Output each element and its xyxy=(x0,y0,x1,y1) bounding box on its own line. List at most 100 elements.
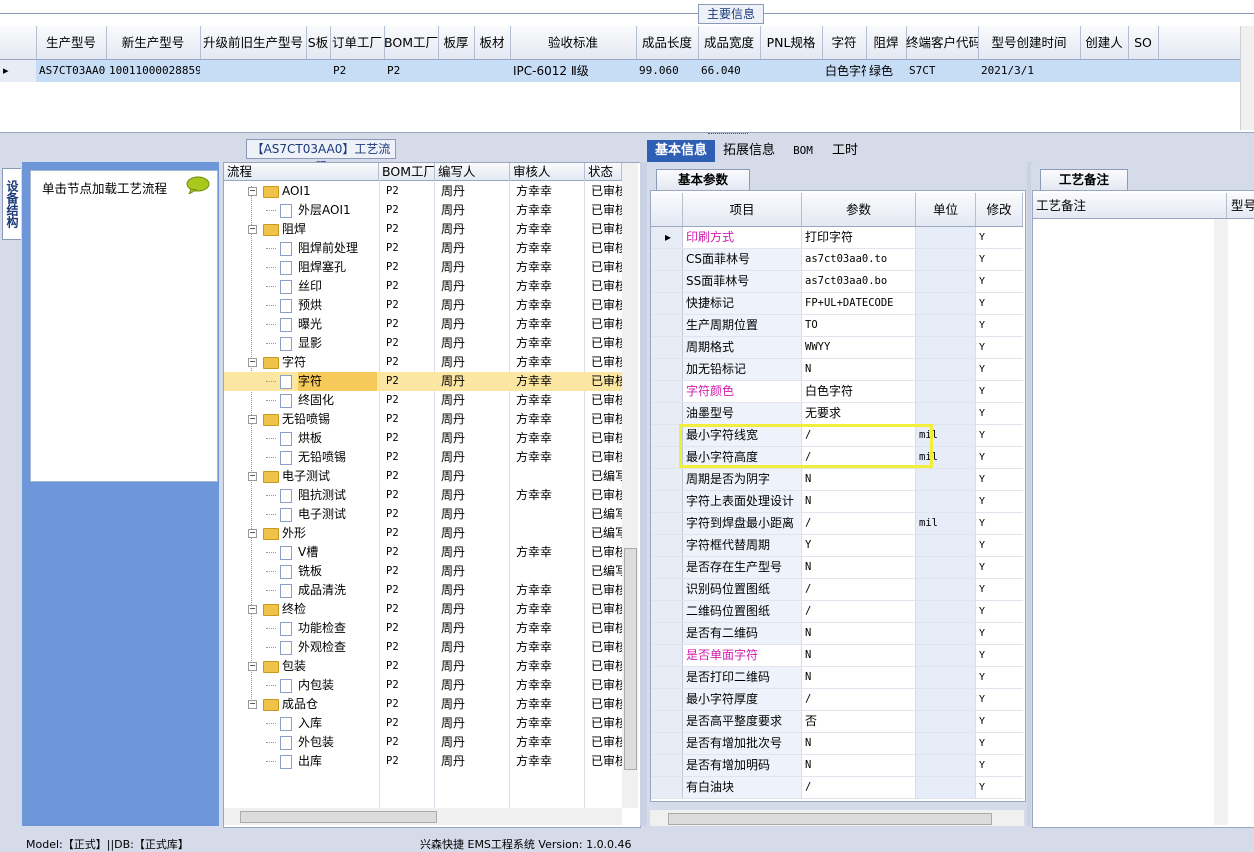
param-value[interactable]: N xyxy=(802,755,916,776)
collapse-icon[interactable]: − xyxy=(248,187,257,196)
param-value[interactable]: N xyxy=(802,491,916,512)
main-info-data-row[interactable]: ▸ AS7CT03AA0 10011000028859 P2 P2 IPC-6012 Ⅱ级… xyxy=(0,60,1240,82)
process-row[interactable]: − 外形 P2 周丹 已编写 xyxy=(224,524,622,543)
main-col-header[interactable]: 板材 xyxy=(474,26,511,59)
param-value[interactable]: 白色字符 xyxy=(802,381,916,402)
process-row[interactable]: 烘板 P2 周丹 方幸幸 已审核 xyxy=(224,429,622,448)
tab-bom[interactable]: BOM xyxy=(783,140,823,162)
basic-params-hscrollbar[interactable] xyxy=(650,810,1024,826)
process-row[interactable]: 丝印 P2 周丹 方幸幸 已审核 xyxy=(224,277,622,296)
param-row[interactable]: 是否存在生产型号 N Y xyxy=(651,557,1023,579)
header-item[interactable]: 项目 xyxy=(683,193,802,226)
param-value[interactable]: 否 xyxy=(802,711,916,732)
process-row[interactable]: − 电子测试 P2 周丹 已编写 xyxy=(224,467,622,486)
process-row[interactable]: 阻抗测试 P2 周丹 方幸幸 已审核 xyxy=(224,486,622,505)
process-row[interactable]: 阻焊塞孔 P2 周丹 方幸幸 已审核 xyxy=(224,258,622,277)
process-row[interactable]: 功能检查 P2 周丹 方幸幸 已审核 xyxy=(224,619,622,638)
main-col-header[interactable]: S板 xyxy=(306,26,331,59)
collapse-icon[interactable]: − xyxy=(248,529,257,538)
main-col-header[interactable]: 创建人 xyxy=(1080,26,1129,59)
param-value[interactable]: 打印字符 xyxy=(802,227,916,248)
collapse-icon[interactable]: − xyxy=(248,605,257,614)
main-col-header[interactable]: BOM工厂 xyxy=(384,26,439,59)
load-process-hint[interactable]: 单击节点加载工艺流程 xyxy=(42,178,167,197)
param-value[interactable]: / xyxy=(802,689,916,710)
process-row[interactable]: 预烘 P2 周丹 方幸幸 已审核 xyxy=(224,296,622,315)
main-col-header[interactable]: 终端客户代码 xyxy=(906,26,979,59)
process-col-header[interactable]: 编写人 xyxy=(435,163,510,180)
main-col-header[interactable]: 型号创建时间 xyxy=(978,26,1081,59)
process-row[interactable]: 入库 P2 周丹 方幸幸 已审核 xyxy=(224,714,622,733)
notes-scrollbar[interactable] xyxy=(1214,219,1228,825)
param-row[interactable]: 是否打印二维码 N Y xyxy=(651,667,1023,689)
main-col-header[interactable]: 成品宽度 xyxy=(698,26,761,59)
process-horizontal-scrollbar[interactable] xyxy=(224,808,622,825)
main-col-header[interactable]: 验收标准 xyxy=(510,26,637,59)
param-row[interactable]: 字符颜色 白色字符 Y xyxy=(651,381,1023,403)
main-col-header[interactable]: 成品长度 xyxy=(636,26,699,59)
param-value[interactable]: TO xyxy=(802,315,916,336)
main-col-header[interactable]: 生产型号 xyxy=(36,26,107,59)
collapse-icon[interactable]: − xyxy=(248,358,257,367)
process-col-header[interactable]: 审核人 xyxy=(510,163,585,180)
collapse-icon[interactable]: − xyxy=(248,225,257,234)
process-row[interactable]: 曝光 P2 周丹 方幸幸 已审核 xyxy=(224,315,622,334)
param-value[interactable]: N xyxy=(802,733,916,754)
param-row[interactable]: 是否有增加批次号 N Y xyxy=(651,733,1023,755)
main-cell[interactable]: 绿色 xyxy=(866,60,906,82)
param-value[interactable]: WWYY xyxy=(802,337,916,358)
process-row[interactable]: − 包装 P2 周丹 方幸幸 已审核 xyxy=(224,657,622,676)
main-col-header[interactable]: SO xyxy=(1128,26,1159,59)
param-row[interactable]: 最小字符厚度 / Y xyxy=(651,689,1023,711)
main-cell[interactable]: S7CT xyxy=(906,60,978,82)
param-row[interactable]: 识别码位置图纸 / Y xyxy=(651,579,1023,601)
main-cell[interactable]: 10011000028859 xyxy=(106,60,200,82)
process-row[interactable]: − 阻焊 P2 周丹 方幸幸 已审核 xyxy=(224,220,622,239)
main-cell[interactable] xyxy=(474,60,510,82)
main-cell[interactable] xyxy=(306,60,330,82)
param-row[interactable]: 周期格式 WWYY Y xyxy=(651,337,1023,359)
header-param[interactable]: 参数 xyxy=(802,193,916,226)
process-row[interactable]: 字符 P2 周丹 方幸幸 已审核 xyxy=(224,372,622,391)
main-col-header[interactable]: 板厚 xyxy=(438,26,475,59)
collapse-icon[interactable]: − xyxy=(248,472,257,481)
param-row[interactable]: 字符到焊盘最小距离 / mil Y xyxy=(651,513,1023,535)
process-row[interactable]: 电子测试 P2 周丹 已编写 xyxy=(224,505,622,524)
splitter-handle[interactable] xyxy=(708,133,748,138)
process-row[interactable]: − AOI1 P2 周丹 方幸幸 已审核 xyxy=(224,182,622,201)
process-row[interactable]: 内包装 P2 周丹 方幸幸 已审核 xyxy=(224,676,622,695)
param-row[interactable]: 是否有二维码 N Y xyxy=(651,623,1023,645)
collapse-icon[interactable]: − xyxy=(248,662,257,671)
main-cell[interactable]: IPC-6012 Ⅱ级 xyxy=(510,60,636,82)
param-value[interactable]: N xyxy=(802,469,916,490)
process-scroll-thumb[interactable] xyxy=(624,548,637,770)
param-value[interactable]: / xyxy=(802,601,916,622)
main-cell[interactable] xyxy=(1080,60,1128,82)
process-row[interactable]: 成品清洗 P2 周丹 方幸幸 已审核 xyxy=(224,581,622,600)
process-col-header[interactable]: BOM工厂 xyxy=(379,163,435,180)
main-col-header[interactable]: 新生产型号 xyxy=(106,26,201,59)
basic-hscroll-thumb[interactable] xyxy=(668,813,992,825)
process-row[interactable]: V槽 P2 周丹 方幸幸 已审核 xyxy=(224,543,622,562)
param-row[interactable]: 二维码位置图纸 / Y xyxy=(651,601,1023,623)
param-row[interactable]: ▸ 印刷方式 打印字符 Y xyxy=(651,227,1023,249)
header-unit[interactable]: 单位 xyxy=(916,193,976,226)
process-hscroll-thumb[interactable] xyxy=(240,811,437,823)
process-row[interactable]: 无铅喷锡 P2 周丹 方幸幸 已审核 xyxy=(224,448,622,467)
process-row[interactable]: − 无铅喷锡 P2 周丹 方幸幸 已审核 xyxy=(224,410,622,429)
process-row[interactable]: 外层AOI1 P2 周丹 方幸幸 已审核 xyxy=(224,201,622,220)
tab-process-notes[interactable]: 工艺备注 xyxy=(1040,169,1128,190)
process-row[interactable]: 阻焊前处理 P2 周丹 方幸幸 已审核 xyxy=(224,239,622,258)
panel-splitter[interactable] xyxy=(640,162,647,826)
header-model[interactable]: 型号 xyxy=(1231,193,1254,218)
process-row[interactable]: − 终检 P2 周丹 方幸幸 已审核 xyxy=(224,600,622,619)
main-col-header[interactable]: 阻焊 xyxy=(866,26,907,59)
process-row[interactable]: 终固化 P2 周丹 方幸幸 已审核 xyxy=(224,391,622,410)
tab-basic-info[interactable]: 基本信息 xyxy=(647,140,715,162)
tab-work-hours[interactable]: 工时 xyxy=(827,140,863,162)
param-row[interactable]: 是否单面字符 N Y xyxy=(651,645,1023,667)
main-cell[interactable]: AS7CT03AA0 xyxy=(36,60,106,82)
collapse-icon[interactable]: − xyxy=(248,700,257,709)
param-value[interactable]: as7ct03aa0.bo xyxy=(802,271,916,292)
main-cell[interactable] xyxy=(760,60,822,82)
